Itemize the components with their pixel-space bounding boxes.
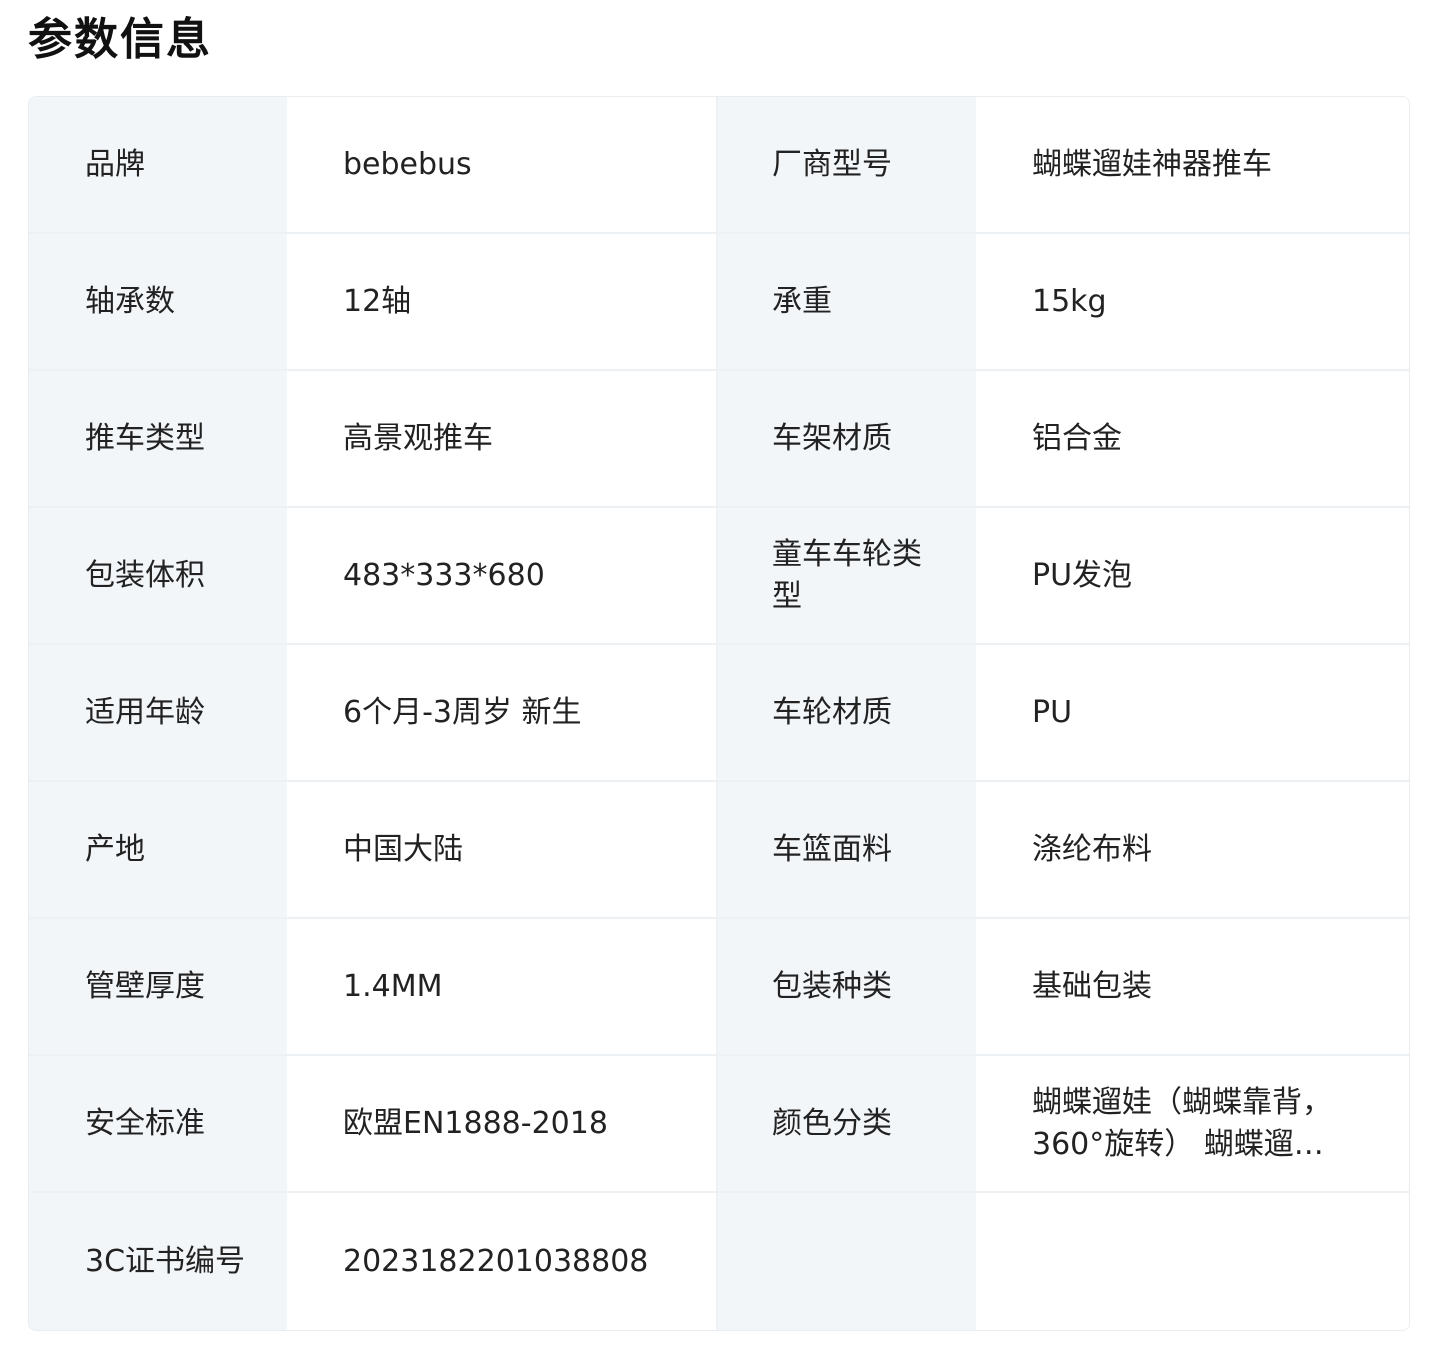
- param-value-text: 高景观推车: [343, 420, 493, 456]
- param-value: 铝合金: [976, 371, 1409, 506]
- param-value-text: 涤纶布料: [1032, 831, 1152, 867]
- param-row: 适用年龄 6个月-3周岁 新生 车轮材质 PU: [29, 645, 1409, 782]
- param-label: 颜色分类: [718, 1056, 976, 1191]
- param-value-text: bebebus: [343, 146, 472, 182]
- param-label-text: 包装种类: [772, 968, 892, 1004]
- param-row: 品牌 bebebus 厂商型号 蝴蝶遛娃神器推车: [29, 97, 1409, 234]
- param-value-text: PU: [1032, 694, 1073, 730]
- param-value: 12轴: [287, 234, 718, 369]
- param-label-text: 轴承数: [85, 283, 175, 319]
- param-value-text: 2023182201038808: [343, 1243, 649, 1279]
- param-row: 轴承数 12轴 承重 15kg: [29, 234, 1409, 371]
- param-value-text: 蝴蝶遛娃（蝴蝶靠背，360°旋转） 蝴蝶遛…: [1032, 1084, 1332, 1162]
- param-label-text: 推车类型: [85, 420, 205, 456]
- param-value-text: 483*333*680: [343, 557, 545, 593]
- param-value: 高景观推车: [287, 371, 718, 506]
- param-label: 管壁厚度: [29, 919, 287, 1054]
- param-label: 产地: [29, 782, 287, 917]
- param-value: 1.4MM: [287, 919, 718, 1054]
- section-title: 参数信息: [28, 14, 212, 65]
- param-label-text: 颜色分类: [772, 1105, 892, 1141]
- param-label: 承重: [718, 234, 976, 369]
- param-value: 基础包装: [976, 919, 1409, 1054]
- param-row: 包装体积 483*333*680 童车车轮类型 PU发泡: [29, 508, 1409, 645]
- param-value: 483*333*680: [287, 508, 718, 643]
- param-label-text: 适用年龄: [85, 694, 205, 730]
- param-row: 3C证书编号 2023182201038808: [29, 1193, 1409, 1330]
- param-label-text: 承重: [772, 283, 832, 319]
- param-value-text: 6个月-3周岁 新生: [343, 694, 582, 730]
- param-value-text: 蝴蝶遛娃神器推车: [1032, 146, 1272, 182]
- param-label-text: 车篮面料: [772, 831, 892, 867]
- param-label: 包装体积: [29, 508, 287, 643]
- param-value-text: 12轴: [343, 283, 412, 319]
- param-row: 安全标准 欧盟EN1888-2018 颜色分类 蝴蝶遛娃（蝴蝶靠背，360°旋转…: [29, 1056, 1409, 1193]
- param-value-text: 铝合金: [1032, 420, 1122, 456]
- param-label: 推车类型: [29, 371, 287, 506]
- param-label-text: 产地: [85, 831, 145, 867]
- param-label-text: 安全标准: [85, 1105, 205, 1141]
- param-label: 厂商型号: [718, 97, 976, 232]
- param-value: PU: [976, 645, 1409, 780]
- param-label: 轴承数: [29, 234, 287, 369]
- param-label: 适用年龄: [29, 645, 287, 780]
- param-label: 车架材质: [718, 371, 976, 506]
- param-label: 3C证书编号: [29, 1193, 287, 1330]
- param-value: 欧盟EN1888-2018: [287, 1056, 718, 1191]
- param-value: 涤纶布料: [976, 782, 1409, 917]
- param-value: bebebus: [287, 97, 718, 232]
- param-value: PU发泡: [976, 508, 1409, 643]
- param-value: 6个月-3周岁 新生: [287, 645, 718, 780]
- param-value-text: 基础包装: [1032, 968, 1152, 1004]
- param-row: 产地 中国大陆 车篮面料 涤纶布料: [29, 782, 1409, 919]
- param-label: 车轮材质: [718, 645, 976, 780]
- param-label: 包装种类: [718, 919, 976, 1054]
- param-value: 2023182201038808: [287, 1193, 718, 1330]
- param-value: 15kg: [976, 234, 1409, 369]
- param-label: 品牌: [29, 97, 287, 232]
- param-label: [718, 1193, 976, 1330]
- param-label-text: 包装体积: [85, 557, 205, 593]
- params-table: 品牌 bebebus 厂商型号 蝴蝶遛娃神器推车 轴承数 12轴 承重 15kg…: [28, 96, 1410, 1331]
- param-label: 安全标准: [29, 1056, 287, 1191]
- param-label: 童车车轮类型: [718, 508, 976, 643]
- param-label-text: 车架材质: [772, 420, 892, 456]
- param-label-text: 厂商型号: [772, 146, 892, 182]
- param-value: 中国大陆: [287, 782, 718, 917]
- param-value: 蝴蝶遛娃神器推车: [976, 97, 1409, 232]
- param-value: [976, 1193, 1409, 1330]
- param-value-text: 15kg: [1032, 283, 1107, 319]
- param-row: 管壁厚度 1.4MM 包装种类 基础包装: [29, 919, 1409, 1056]
- param-label-text: 3C证书编号: [85, 1243, 246, 1279]
- param-label-text: 童车车轮类型: [772, 536, 922, 614]
- param-value-text: PU发泡: [1032, 557, 1133, 593]
- param-label-text: 车轮材质: [772, 694, 892, 730]
- param-row: 推车类型 高景观推车 车架材质 铝合金: [29, 371, 1409, 508]
- param-value-text: 中国大陆: [343, 831, 463, 867]
- param-value-text: 1.4MM: [343, 968, 443, 1004]
- param-label-text: 品牌: [85, 146, 145, 182]
- param-label-text: 管壁厚度: [85, 968, 205, 1004]
- param-value: 蝴蝶遛娃（蝴蝶靠背，360°旋转） 蝴蝶遛…: [976, 1056, 1409, 1191]
- param-value-text: 欧盟EN1888-2018: [343, 1105, 608, 1141]
- param-label: 车篮面料: [718, 782, 976, 917]
